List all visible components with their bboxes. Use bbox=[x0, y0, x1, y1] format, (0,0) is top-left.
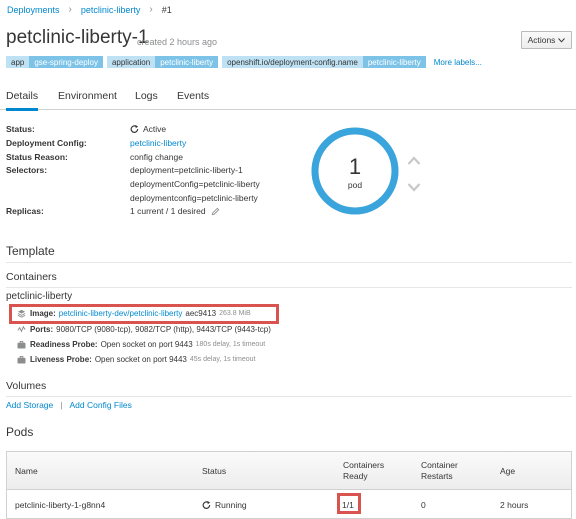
volume-actions: Add Storage | Add Config Files bbox=[6, 400, 132, 410]
replicas-label: Replicas: bbox=[6, 206, 44, 216]
selector-item: deploymentConfig=petclinic-liberty bbox=[130, 179, 260, 189]
medkit-icon bbox=[16, 340, 26, 349]
more-labels-link[interactable]: More labels... bbox=[434, 58, 482, 67]
breadcrumb-config-link[interactable]: petclinic-liberty bbox=[81, 5, 141, 15]
container-ports-row: Ports: 9080/TCP (9080-tcp), 9082/TCP (ht… bbox=[16, 325, 271, 334]
tab-logs[interactable]: Logs bbox=[135, 90, 158, 102]
ports-label: Ports: bbox=[30, 325, 54, 334]
actions-label: Actions bbox=[527, 35, 556, 45]
deployment-config-label: Deployment Config: bbox=[6, 138, 87, 148]
status-text: Active bbox=[143, 124, 167, 134]
label-value: petclinic-liberty bbox=[155, 56, 219, 68]
divider bbox=[6, 262, 572, 263]
readiness-value: Open socket on port 9443 bbox=[100, 340, 193, 349]
selectors-label: Selectors: bbox=[6, 165, 48, 175]
replicas-value: 1 current / 1 desired bbox=[130, 206, 220, 216]
status-reason-label: Status Reason: bbox=[6, 152, 68, 162]
selector-item: deploymentconfig=petclinic-liberty bbox=[130, 193, 258, 203]
pod-restarts: 0 bbox=[421, 500, 426, 510]
readiness-label: Readiness Probe: bbox=[30, 340, 98, 349]
liveness-probe-row: Liveness Probe: Open socket on port 9443… bbox=[16, 355, 256, 364]
chevron-right-icon: › bbox=[68, 4, 72, 15]
column-header-containers-ready[interactable]: Containers Ready bbox=[343, 460, 384, 482]
readiness-probe-row: Readiness Probe: Open socket on port 944… bbox=[16, 340, 265, 349]
label-app[interactable]: app gse-spring-deploy bbox=[6, 56, 103, 68]
liveness-label: Liveness Probe: bbox=[30, 355, 92, 364]
divider bbox=[6, 287, 572, 288]
label-key: openshift.io/deployment-config.name bbox=[222, 56, 363, 68]
label-deployment-config-name[interactable]: openshift.io/deployment-config.name petc… bbox=[222, 56, 426, 68]
medkit-icon bbox=[16, 355, 26, 364]
tab-environment[interactable]: Environment bbox=[58, 90, 117, 102]
add-config-files-link[interactable]: Add Config Files bbox=[69, 400, 131, 410]
column-header-line: Restarts bbox=[421, 471, 453, 481]
image-label: Image: bbox=[30, 309, 56, 318]
container-image-row: Image: petclinic-liberty-dev/petclinic-l… bbox=[16, 309, 251, 318]
layers-icon bbox=[16, 309, 26, 318]
page-title: petclinic-liberty-1 bbox=[6, 27, 149, 48]
column-header-age[interactable]: Age bbox=[500, 466, 515, 477]
image-link[interactable]: petclinic-liberty-dev/petclinic-liberty bbox=[59, 309, 183, 318]
replicas-text: 1 current / 1 desired bbox=[130, 206, 206, 216]
template-heading: Template bbox=[6, 244, 55, 258]
tab-events[interactable]: Events bbox=[177, 90, 209, 102]
container-name: petclinic-liberty bbox=[6, 291, 73, 302]
pencil-icon[interactable] bbox=[211, 207, 220, 216]
breadcrumb: Deployments › petclinic-liberty › #1 bbox=[7, 4, 172, 15]
pod-containers-ready: 1/1 bbox=[342, 500, 354, 510]
status-value: Active bbox=[130, 124, 166, 134]
liveness-meta: 45s delay, 1s timeout bbox=[189, 356, 256, 363]
pod-unit: pod bbox=[347, 180, 363, 190]
pods-table-header: Name Status Containers Ready Container R… bbox=[7, 452, 571, 490]
refresh-icon bbox=[202, 500, 211, 509]
labels-bar: app gse-spring-deploy application petcli… bbox=[6, 56, 482, 68]
column-header-line: Container bbox=[421, 460, 458, 470]
pod-name-link[interactable]: petclinic-liberty-1-g8nn4 bbox=[15, 500, 105, 510]
deployment-config-link[interactable]: petclinic-liberty bbox=[130, 138, 186, 148]
status-label: Status: bbox=[6, 124, 35, 134]
column-header-status[interactable]: Status bbox=[202, 466, 226, 477]
liveness-value: Open socket on port 9443 bbox=[94, 355, 187, 364]
pods-table: Name Status Containers Ready Container R… bbox=[6, 451, 572, 519]
pod-count: 1 bbox=[348, 154, 362, 179]
containers-heading: Containers bbox=[6, 271, 57, 283]
selector-item: deployment=petclinic-liberty-1 bbox=[130, 165, 243, 175]
image-id: aec9413 bbox=[185, 309, 217, 318]
image-size: 263.8 MiB bbox=[219, 310, 251, 317]
label-key: application bbox=[106, 56, 156, 68]
column-header-container-restarts[interactable]: Container Restarts bbox=[421, 460, 458, 482]
tab-details[interactable]: Details bbox=[6, 90, 39, 111]
column-header-line: Ready bbox=[343, 471, 368, 481]
chevron-down-icon bbox=[558, 37, 566, 43]
scale-up-icon[interactable] bbox=[407, 155, 421, 167]
actions-dropdown-button[interactable]: Actions bbox=[521, 31, 572, 49]
column-header-name[interactable]: Name bbox=[15, 466, 38, 477]
column-header-line: Containers bbox=[343, 460, 385, 470]
ports-value: 9080/TCP (9080-tcp), 9082/TCP (http), 94… bbox=[56, 325, 271, 334]
divider bbox=[6, 396, 572, 397]
separator: | bbox=[60, 400, 63, 410]
breadcrumb-deployments-link[interactable]: Deployments bbox=[7, 5, 60, 15]
volumes-heading: Volumes bbox=[6, 380, 47, 392]
scale-down-icon[interactable] bbox=[407, 181, 421, 193]
status-reason-value: config change bbox=[130, 152, 183, 162]
ports-icon bbox=[16, 325, 26, 334]
chevron-right-icon: › bbox=[149, 4, 153, 15]
pod-status: Running bbox=[202, 500, 247, 510]
breadcrumb-current: #1 bbox=[161, 4, 172, 15]
created-timestamp: created 2 hours ago bbox=[137, 37, 218, 47]
refresh-icon bbox=[130, 124, 139, 133]
pod-age: 2 hours bbox=[500, 500, 529, 510]
label-application[interactable]: application petclinic-liberty bbox=[106, 56, 219, 68]
tab-bar: Details Environment Logs Events bbox=[0, 80, 576, 111]
pods-heading: Pods bbox=[6, 425, 34, 439]
label-value: gse-spring-deploy bbox=[29, 56, 103, 68]
readiness-meta: 180s delay, 1s timeout bbox=[195, 341, 266, 348]
add-storage-link[interactable]: Add Storage bbox=[6, 400, 53, 410]
label-key: app bbox=[6, 56, 30, 68]
pod-status-text: Running bbox=[215, 500, 247, 510]
label-value: petclinic-liberty bbox=[362, 56, 426, 68]
